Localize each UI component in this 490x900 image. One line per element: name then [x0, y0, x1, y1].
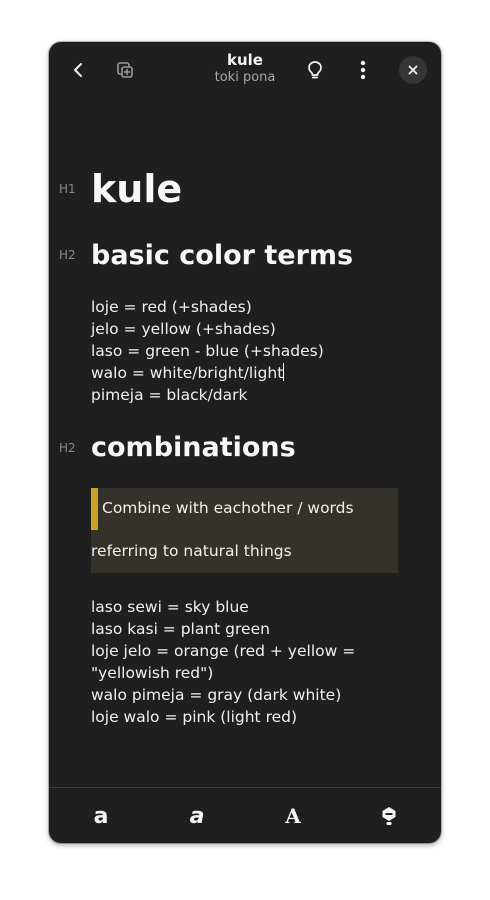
new-note-icon	[117, 62, 133, 78]
new-note-button[interactable]	[109, 54, 141, 86]
text-line: loje walo = pink (light red)	[91, 708, 298, 726]
heading-button[interactable]: A	[277, 802, 309, 830]
format-toolbar: a a A	[49, 787, 441, 843]
combinations-paragraph[interactable]: laso sewi = sky blue laso kasi = plant g…	[91, 596, 411, 728]
back-button[interactable]	[62, 54, 94, 86]
header-bar: kule toki pona	[49, 42, 441, 98]
text-line: jelo = yellow (+shades)	[91, 320, 276, 338]
h2-marker: H2	[59, 441, 76, 455]
text-line: laso sewi = sky blue	[91, 598, 249, 616]
quote-line: Combine with eachother / words	[102, 499, 354, 517]
text-line: walo pimeja = gray (dark white)	[91, 686, 342, 704]
bold-button[interactable]: a	[85, 802, 117, 830]
heading-icon: A	[285, 804, 301, 828]
lightbulb-button[interactable]	[299, 54, 331, 86]
italic-icon: a	[189, 803, 205, 829]
quote-line: referring to natural things	[91, 542, 292, 560]
heading-2-combinations[interactable]: combinations	[91, 431, 296, 465]
text-line: pimeja = black/dark	[91, 386, 248, 404]
h1-marker: H1	[59, 182, 76, 196]
text-line-with-caret: walo = white/bright/light	[91, 362, 411, 384]
text-caret	[283, 363, 285, 381]
text-line: walo = white/bright/light	[91, 364, 284, 382]
highlight-icon	[382, 807, 396, 825]
h2-marker: H2	[59, 248, 76, 262]
text-line: "yellowish red")	[91, 664, 214, 682]
heading-2-basic[interactable]: basic color terms	[91, 239, 353, 273]
note-editor[interactable]: H1 kule H2 basic color terms loje = red …	[49, 98, 441, 786]
back-icon	[74, 63, 82, 77]
blockquote[interactable]: Combine with eachother / words referring…	[91, 488, 398, 573]
close-button[interactable]	[397, 54, 429, 86]
lightbulb-icon	[308, 61, 322, 79]
text-line: loje = red (+shades)	[91, 298, 252, 316]
highlight-button[interactable]	[373, 802, 405, 830]
heading-1[interactable]: kule	[91, 166, 182, 212]
close-icon	[408, 65, 418, 75]
basic-terms-paragraph[interactable]: loje = red (+shades) jelo = yellow (+sha…	[91, 296, 411, 406]
menu-icon	[360, 60, 366, 80]
app-window: kule toki pona H1 kule H2 basic color te…	[49, 42, 441, 843]
italic-button[interactable]: a	[181, 802, 213, 830]
text-line: laso = green - blue (+shades)	[91, 342, 324, 360]
text-line: loje jelo = orange (red + yellow =	[91, 642, 356, 660]
quote-accent-bar	[91, 488, 98, 530]
menu-button[interactable]	[347, 54, 379, 86]
bold-icon: a	[93, 803, 109, 829]
close-button-circle	[399, 56, 427, 84]
text-line: laso kasi = plant green	[91, 620, 270, 638]
